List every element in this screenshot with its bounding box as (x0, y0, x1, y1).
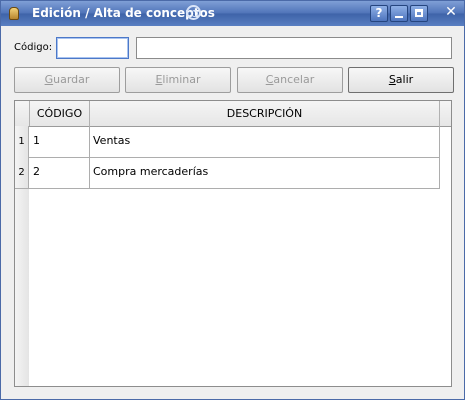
maximize-icon (415, 9, 423, 17)
cell-descripcion[interactable]: Ventas (90, 126, 440, 157)
save-button[interactable]: Guardar (14, 67, 120, 93)
cancel-button[interactable]: Cancelar (237, 67, 343, 93)
code-label: Código: (14, 42, 53, 53)
concepts-table[interactable]: CÓDIGO DESCRIPCIÓN 1 1 Ventas 2 2 Compra… (14, 100, 452, 387)
help-icon: ? (375, 6, 383, 20)
exit-label-rest: alir (395, 73, 414, 86)
dialog-window: Edición / Alta de conceptos ? ✕ Código: … (0, 0, 465, 400)
description-input[interactable] (136, 37, 452, 59)
title-bar[interactable]: Edición / Alta de conceptos ? ✕ (1, 1, 464, 26)
table-row[interactable]: 2 2 Compra mercaderías (15, 157, 440, 189)
exit-button[interactable]: Salir (348, 67, 454, 93)
table-row[interactable]: 1 1 Ventas (15, 126, 440, 158)
save-mnemonic: G (44, 73, 54, 86)
maximize-button[interactable] (410, 5, 428, 22)
close-button[interactable]: ✕ (442, 5, 460, 22)
exit-mnemonic: S (388, 73, 396, 86)
cell-codigo[interactable]: 2 (29, 157, 90, 188)
kde-swirl-icon (186, 5, 201, 20)
delete-label-rest: liminar (162, 73, 201, 86)
delete-button[interactable]: Eliminar (125, 67, 231, 93)
column-header-descripcion[interactable]: DESCRIPCIÓN (90, 101, 440, 126)
cell-codigo[interactable]: 1 (29, 126, 90, 157)
code-input[interactable] (56, 37, 129, 59)
app-bell-icon[interactable] (9, 7, 19, 20)
help-button[interactable]: ? (370, 5, 388, 22)
cell-descripcion[interactable]: Compra mercaderías (90, 157, 440, 188)
column-header-codigo[interactable]: CÓDIGO (29, 101, 90, 126)
minimize-icon (395, 16, 403, 18)
row-number[interactable]: 1 (15, 126, 29, 157)
save-label-rest: uardar (53, 73, 90, 86)
row-number[interactable]: 2 (15, 157, 29, 188)
cancel-label-rest: ancelar (273, 73, 315, 86)
minimize-button[interactable] (390, 5, 408, 22)
close-icon: ✕ (445, 4, 457, 20)
